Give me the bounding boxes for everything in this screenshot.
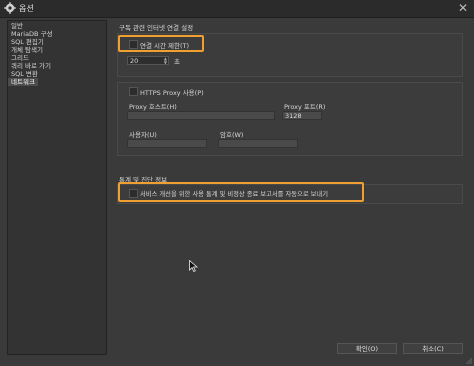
proxy-password-input[interactable] bbox=[218, 139, 298, 148]
sidebar-item-label: 개체 탐색기 bbox=[11, 46, 43, 54]
time-limit-value: 20 bbox=[130, 57, 139, 65]
mouse-cursor-icon bbox=[189, 260, 198, 272]
sidebar-item-mariadb-config[interactable]: MariaDB 구성 bbox=[8, 30, 106, 38]
sidebar-item-general[interactable]: 일반 bbox=[8, 22, 106, 30]
time-unit-label: 초 bbox=[174, 58, 180, 66]
proxy-user-input[interactable] bbox=[127, 139, 207, 148]
https-proxy-label: HTTPS Proxy 사용(P) bbox=[140, 89, 204, 97]
proxy-host-label: Proxy 호스트(H) bbox=[129, 103, 177, 111]
sidebar-item-sql-conversion[interactable]: SQL 변환 bbox=[8, 70, 106, 78]
time-limit-highlight bbox=[118, 35, 204, 52]
options-panel: 구독 관련 인터넷 연결 설정 연결 시간 제한(T) 20 ▲ ▼ 초 HTTP… bbox=[113, 0, 474, 366]
proxy-host-input[interactable] bbox=[127, 111, 275, 120]
proxy-port-label: Proxy 포트(R) bbox=[284, 103, 326, 111]
sidebar-item-label: 그리드 bbox=[11, 54, 29, 62]
sidebar-item-label: 네트워크 bbox=[11, 78, 35, 86]
sidebar-item-sql-editor[interactable]: SQL 편집기 bbox=[8, 38, 106, 46]
proxy-port-input[interactable]: 3128 bbox=[282, 111, 322, 120]
sidebar-item-object-explorer[interactable]: 개체 탐색기 bbox=[8, 46, 106, 54]
sidebar-item-label: 쿼리 바로 가기 bbox=[11, 62, 52, 70]
sidebar-item-network[interactable]: 네트워크 bbox=[8, 78, 38, 86]
spin-arrows-icon[interactable]: ▲ ▼ bbox=[164, 57, 167, 65]
cancel-button[interactable]: 취소(C) bbox=[403, 343, 463, 354]
gear-icon bbox=[4, 2, 16, 14]
time-limit-spinbox[interactable]: 20 ▲ ▼ bbox=[127, 56, 169, 65]
sidebar-item-label: SQL 변환 bbox=[11, 70, 38, 78]
window-title: 옵션 bbox=[19, 4, 34, 13]
proxy-password-label: 암호(W) bbox=[220, 131, 244, 139]
sidebar-item-label: MariaDB 구성 bbox=[11, 30, 53, 38]
sidebar-item-label: 일반 bbox=[11, 22, 23, 30]
send-statistics-highlight bbox=[118, 182, 364, 202]
options-sidebar: 일반 MariaDB 구성 SQL 편집기 개체 탐색기 그리드 쿼리 바로 가… bbox=[7, 20, 107, 355]
ok-button[interactable]: 확인(O) bbox=[337, 343, 397, 354]
sidebar-item-grid[interactable]: 그리드 bbox=[8, 54, 106, 62]
connection-section-title: 구독 관련 인터넷 연결 설정 bbox=[119, 24, 194, 32]
proxy-user-label: 사용자(U) bbox=[129, 131, 157, 139]
sidebar-item-query-shortcuts[interactable]: 쿼리 바로 가기 bbox=[8, 62, 106, 70]
https-proxy-checkbox[interactable] bbox=[129, 87, 138, 96]
sidebar-item-label: SQL 편집기 bbox=[11, 38, 44, 46]
resize-grip-icon[interactable] bbox=[466, 358, 472, 364]
